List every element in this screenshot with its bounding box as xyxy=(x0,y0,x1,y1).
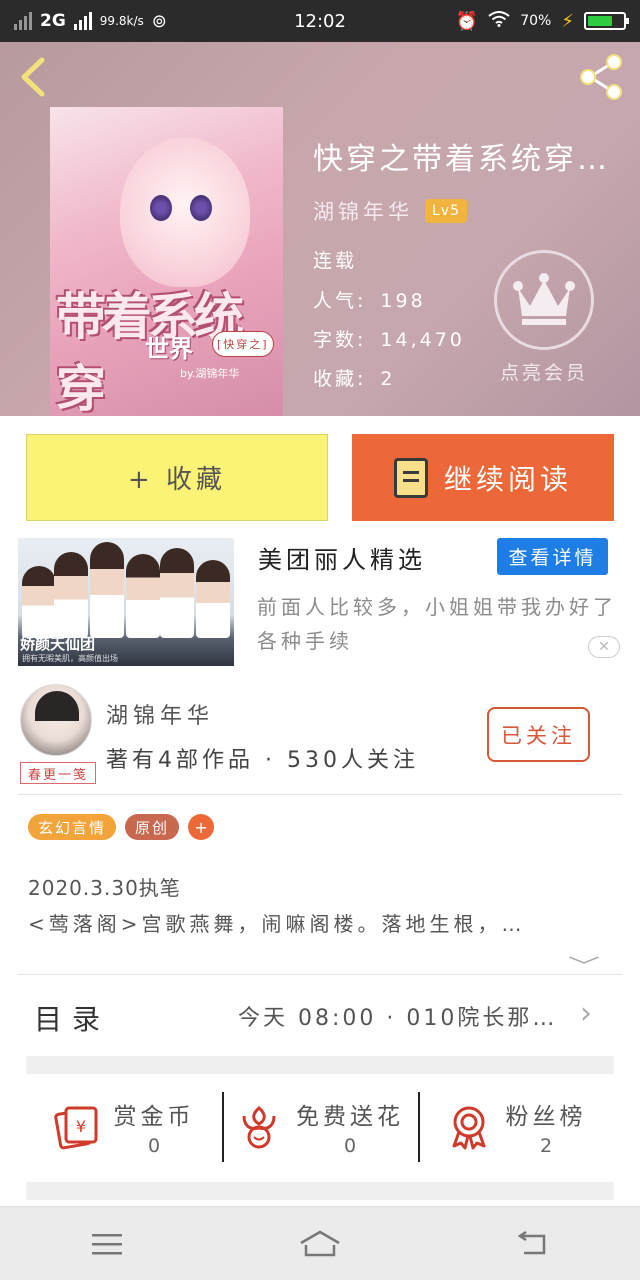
book-title: 快穿之带着系统穿… xyxy=(313,142,610,177)
cover-title-world: 世界 xyxy=(145,334,193,363)
favorites-value: 2 xyxy=(380,368,396,390)
alarm-icon: ⏰ xyxy=(455,10,479,32)
network-type: 2G xyxy=(40,11,66,31)
ad-brand-sub: 拥有无暇美肌，高颜值出场 xyxy=(22,654,118,663)
home-button[interactable] xyxy=(285,1219,355,1269)
vip-label: 点亮会员 xyxy=(499,362,588,384)
favorite-button[interactable]: + 收藏 xyxy=(26,434,328,521)
home-icon xyxy=(300,1230,340,1256)
svg-text:¥: ¥ xyxy=(75,1117,85,1136)
send-flower-button[interactable]: 免费送花 0 xyxy=(222,1078,418,1176)
status-bar: 2G 99.8k/s ⊚ 12:02 ⏰ 70% ⚡ xyxy=(0,0,640,42)
vip-button[interactable]: 点亮会员 xyxy=(494,250,594,385)
tip-coins-count: 0 xyxy=(147,1135,161,1157)
network-speed: 99.8k/s xyxy=(99,14,144,28)
back-nav-button[interactable] xyxy=(498,1219,568,1269)
divider xyxy=(18,794,622,795)
book-author[interactable]: 湖锦年华 xyxy=(313,196,413,226)
word-count-row: 字数: 14,470 xyxy=(313,329,465,351)
tag-original[interactable]: 原创 xyxy=(125,814,180,840)
level-badge: Lv5 xyxy=(425,199,467,223)
tag-xuanhuan[interactable]: 玄幻言情 xyxy=(28,814,117,840)
divider xyxy=(18,974,622,975)
favorites-row: 收藏: 2 xyxy=(313,368,396,390)
cover-tag: [快穿之] xyxy=(212,331,274,357)
continue-reading-label: 继续阅读 xyxy=(443,462,572,496)
toc-label: 目录 xyxy=(34,1003,111,1036)
author-stats: 著有4部作品 · 530人关注 xyxy=(106,748,419,773)
toc-latest-chapter: 今天 08:00 · 010院长那… xyxy=(238,1006,558,1031)
share-button[interactable] xyxy=(576,52,626,102)
book-icon xyxy=(393,457,428,498)
book-cover[interactable]: 带着系统穿 世界 [快穿之] by.湖锦年华 xyxy=(50,107,283,416)
signal-icon xyxy=(14,12,32,30)
continue-reading-button[interactable]: 继续阅读 xyxy=(352,434,614,521)
flower-icon xyxy=(236,1104,282,1150)
book-status: 连载 xyxy=(313,250,358,272)
tip-coins-label: 赏金币 xyxy=(113,1104,195,1130)
table-of-contents-row[interactable]: 目录 今天 08:00 · 010院长那… › xyxy=(0,976,640,1056)
popularity-row: 人气: 198 xyxy=(313,290,426,312)
book-detail-body: + 收藏 继续阅读 娇颜天仙团 拥有无暇美肌，高颜值出场 美团丽人精选 查看详情… xyxy=(0,416,640,1206)
return-icon xyxy=(518,1230,546,1254)
add-tag-button[interactable]: + xyxy=(188,814,215,840)
author-name[interactable]: 湖锦年华 xyxy=(106,698,214,730)
red-envelope-icon: ¥ xyxy=(53,1104,100,1150)
system-nav-bar xyxy=(0,1206,640,1280)
popularity-value: 198 xyxy=(380,290,426,312)
fan-ranking-button[interactable]: 粉丝榜 2 xyxy=(418,1078,614,1176)
chevron-right-icon: › xyxy=(580,996,592,1031)
wifi-icon xyxy=(488,11,510,31)
ad-title[interactable]: 美团丽人精选 xyxy=(258,540,426,575)
medal-icon xyxy=(446,1104,492,1150)
intro-line-1: 2020.3.30执笔 xyxy=(28,876,181,900)
menu-button[interactable] xyxy=(72,1219,142,1269)
support-stats: ¥ 赏金币 0 免费送花 0 粉丝榜 2 xyxy=(26,1078,614,1176)
tip-coins-button[interactable]: ¥ 赏金币 0 xyxy=(26,1078,222,1176)
author-avatar[interactable] xyxy=(20,684,92,756)
follow-button[interactable]: 已关注 xyxy=(487,707,590,762)
ad-image[interactable]: 娇颜天仙团 拥有无暇美肌，高颜值出场 xyxy=(18,538,234,666)
ad-description: 前面人比较多，小姐姐带我办好了各种手续 xyxy=(257,595,617,653)
send-flower-count: 0 xyxy=(343,1135,357,1157)
ad-details-button[interactable]: 查看详情 xyxy=(497,538,608,575)
share-icon xyxy=(580,54,622,100)
signal-strength-icon xyxy=(73,12,92,30)
section-separator xyxy=(26,1182,614,1200)
cover-byline: by.湖锦年华 xyxy=(180,367,240,380)
ad-brand: 娇颜天仙团 xyxy=(20,635,96,653)
avatar-stamp: 春更一笺 xyxy=(20,762,96,784)
battery-icon xyxy=(584,12,629,30)
charging-icon: ⚡ xyxy=(561,10,574,32)
word-count-value: 14,470 xyxy=(380,329,465,351)
ad-close-button[interactable]: ✕ xyxy=(588,636,620,658)
fan-ranking-label: 粉丝榜 xyxy=(505,1104,587,1130)
menu-icon xyxy=(91,1233,122,1254)
section-separator xyxy=(26,1056,614,1074)
back-button[interactable] xyxy=(18,56,54,97)
crown-icon xyxy=(494,250,594,350)
intro-line-2: <莺落阁>宫歌燕舞，闹嘛阁楼。落地生根，… xyxy=(28,912,526,936)
tag-list: 玄幻言情 原创 + xyxy=(28,814,215,840)
battery-percent: 70% xyxy=(520,13,552,29)
send-flower-label: 免费送花 xyxy=(296,1104,404,1130)
sync-icon: ⊚ xyxy=(151,10,167,32)
fan-ranking-count: 2 xyxy=(539,1135,553,1157)
